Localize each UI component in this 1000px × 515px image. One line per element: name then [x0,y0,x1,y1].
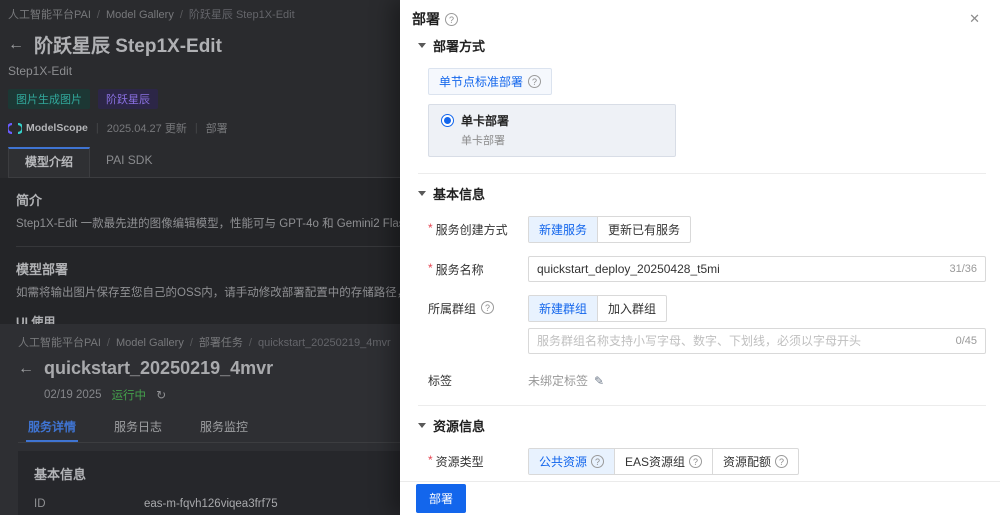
breadcrumb-item[interactable]: 人工智能平台PAI [18,337,101,349]
breadcrumb-item[interactable]: Model Gallery [116,337,184,349]
breadcrumb-item[interactable]: 部署任务 [199,337,243,349]
row-create-mode: 服务创建方式 新建服务 更新已有服务 [418,216,986,243]
chevron-down-icon [418,423,426,428]
deploy-button[interactable]: 部署 [416,484,467,513]
char-counter: 0/45 [955,335,977,347]
create-mode-new[interactable]: 新建服务 [529,217,598,242]
tag-empty-text: 未绑定标签 [528,374,589,388]
panel-body: 部署方式 单节点标准部署 ? 单卡部署 单卡部署 基本信息 服务创建方式 新建服 [400,26,1000,481]
tab-pai-sdk[interactable]: PAI SDK [90,147,168,177]
edit-icon[interactable]: ✎ [594,374,604,388]
resource-type-public[interactable]: 公共资源 ? [529,449,615,474]
status-badge: 运行中 [111,390,147,402]
back-icon[interactable]: ← [8,36,24,54]
row-group: 所属群组 ? 新建群组 加入群组 0/45 [418,295,986,354]
panel-footer: 部署 [400,481,1000,515]
modelscope-logo: ModelScope [8,122,88,134]
help-icon[interactable]: ? [775,455,789,468]
modelscope-icon [8,122,22,134]
breadcrumb-item[interactable]: 人工智能平台PAI [8,9,91,21]
help-icon[interactable]: ? [528,75,542,88]
resource-type-quota[interactable]: 资源配额 ? [712,449,798,474]
tab-service-log[interactable]: 服务日志 [112,413,164,442]
char-counter: 31/36 [949,263,977,275]
breadcrumb-item: 阶跃星辰 Step1X-Edit [188,9,295,21]
radio-selected-icon[interactable] [441,114,454,127]
tab-service-detail[interactable]: 服务详情 [26,413,79,442]
row-tags: 标签 未绑定标签 ✎ [428,373,605,389]
row-resource-type: 资源类型 公共资源 ? EAS资源组 ? 资源配额 ? [418,448,986,475]
section-basic-info[interactable]: 基本信息 [418,184,986,203]
tag-image-gen: 图片生成图片 [8,89,90,109]
chevron-down-icon [418,43,426,48]
help-icon[interactable]: ? [689,455,703,468]
group-mode-join[interactable]: 加入群组 [597,296,666,321]
tag-vendor: 阶跃星辰 [98,89,158,109]
resource-type-eas-group[interactable]: EAS资源组 ? [614,449,712,474]
breadcrumb-item: quickstart_20250219_4mvr [257,337,391,349]
task-date: 02/19 2025 [44,389,102,401]
service-name-input[interactable] [529,262,950,276]
tab-model-intro[interactable]: 模型介绍 [8,147,91,177]
back-icon[interactable]: ← [18,360,34,378]
group-mode-new[interactable]: 新建群组 [529,296,598,321]
create-mode-update[interactable]: 更新已有服务 [597,217,690,242]
task-title: quickstart_20250219_4mvr [44,358,274,378]
tab-service-monitor[interactable]: 服务监控 [198,413,250,442]
deploy-mode-chip[interactable]: 单节点标准部署 ? [428,68,553,95]
page-title: 阶跃星辰 Step1X-Edit [34,36,222,57]
single-gpu-option[interactable]: 单卡部署 单卡部署 [428,104,676,157]
group-name-input[interactable] [529,334,956,348]
help-icon[interactable]: ? [481,301,495,314]
chevron-down-icon [418,191,426,196]
modelscope-label: ModelScope [26,122,88,134]
help-icon[interactable]: ? [445,12,458,26]
help-icon[interactable]: ? [591,455,605,468]
row-service-name: 服务名称 31/36 [418,256,986,282]
updated-date: 2025.04.27 更新 [106,123,187,135]
deploy-link[interactable]: 部署 [206,120,228,136]
refresh-icon[interactable]: ↻ [156,388,166,402]
section-deploy-method[interactable]: 部署方式 [418,36,986,55]
section-resource-info[interactable]: 资源信息 [418,416,986,435]
deploy-panel: 部署 ? ✕ 部署方式 单节点标准部署 ? 单卡部署 单卡部署 基本信息 * 服… [400,0,1000,515]
breadcrumb-item[interactable]: Model Gallery [106,9,174,21]
